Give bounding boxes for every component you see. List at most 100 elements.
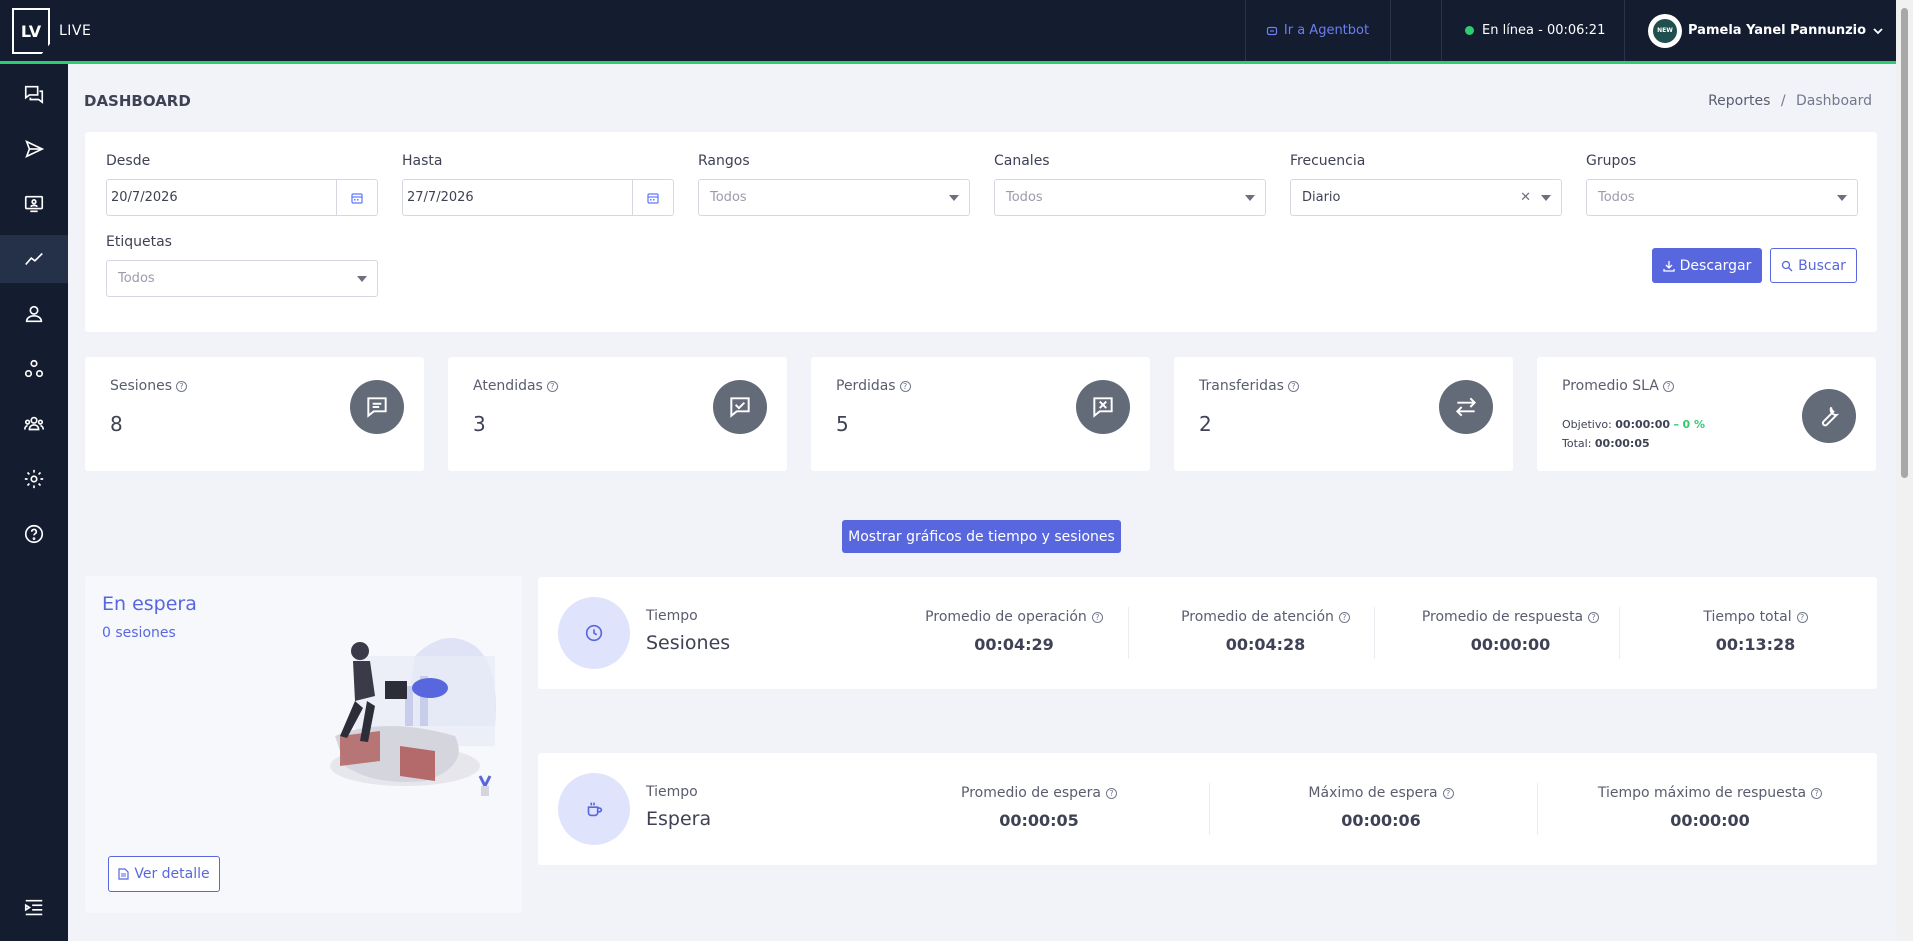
filter-hasta: Hasta 27/7/2026 [402,153,674,216]
filter-grupos: Grupos Todos [1586,153,1858,216]
sidebar-item-teams[interactable] [0,400,68,448]
app-logo[interactable]: LV LIVE [12,8,91,54]
users-icon [24,416,44,431]
sessions-time-panel: Tiempo Sesiones Promedio de operación? 0… [538,577,1877,689]
agentbot-label: Ir a Agentbot [1283,23,1370,38]
help-icon[interactable]: ? [176,380,188,392]
rangos-select[interactable]: Todos [698,179,970,216]
frecuencia-value: Diario [1302,190,1341,205]
stat-perdidas-label-row: Perdidas? [836,378,911,394]
caret-down-icon [357,275,367,282]
agentbot-link[interactable]: Ir a Agentbot [1245,0,1390,61]
filter-rangos-label: Rangos [698,153,750,169]
breadcrumb-reportes[interactable]: Reportes [1708,93,1770,109]
chevron-down-icon [1873,27,1883,34]
view-detail-button[interactable]: Ver detalle [108,856,220,892]
sidebar-item-settings[interactable] [0,455,68,503]
divider [1537,783,1538,835]
help-icon[interactable]: ? [1588,611,1600,623]
waiting-count: 0 sesiones [102,625,176,641]
stat-card-sesiones: Sesiones? 8 [85,357,424,471]
sidebar-item-campaigns[interactable] [0,125,68,173]
caret-down-icon [1837,194,1847,201]
scrollbar-thumb[interactable] [1901,8,1908,478]
canales-value: Todos [1006,190,1043,205]
canales-select[interactable]: Todos [994,179,1266,216]
stat-sesiones-value: 8 [110,412,123,436]
caret-down-icon [1245,194,1255,201]
sidebar-item-reports[interactable] [0,235,68,283]
chart-line-icon [25,252,43,266]
metric-label: Promedio de operación [925,609,1087,625]
metric-value: 00:00:06 [1341,811,1421,830]
help-icon[interactable]: ? [1811,787,1823,799]
user-menu[interactable]: NEW Pamela Yanel Pannunzio [1648,0,1884,61]
sidebar-item-profile[interactable] [0,290,68,338]
help-icon[interactable]: ? [546,380,558,392]
calendar-icon[interactable] [336,180,377,215]
sidebar-item-conversations[interactable] [0,70,68,118]
message-icon [350,380,404,434]
frecuencia-select[interactable]: Diario ✕ [1290,179,1562,216]
nodes-icon [24,359,44,378]
stat-sesiones-label-row: Sesiones? [110,378,188,394]
metric-tiempo-maximo-respuesta: Tiempo máximo de respuesta? 00:00:00 [1550,785,1870,830]
search-label: Buscar [1798,257,1846,274]
stat-transferidas-label: Transferidas [1199,378,1284,394]
metric-label: Máximo de espera [1308,785,1438,801]
status-dot-icon [1465,26,1474,35]
breadcrumb-separator: / [1780,93,1786,109]
stat-card-sla: Promedio SLA? Objetivo: 00:00:00 – 0 % T… [1537,357,1876,471]
sla-total-value: 00:00:05 [1594,437,1650,450]
hasta-date-input[interactable]: 27/7/2026 [402,179,674,216]
filter-etiquetas-label: Etiquetas [106,234,172,250]
breadcrumb-dashboard: Dashboard [1796,93,1872,109]
page-scrollbar[interactable] [1896,0,1913,941]
rangos-value: Todos [710,190,747,205]
help-icon[interactable]: ? [1091,611,1103,623]
etiquetas-select[interactable]: Todos [106,260,378,297]
help-icon[interactable]: ? [1442,787,1454,799]
sla-objetivo-row: Objetivo: 00:00:00 – 0 % [1562,415,1705,434]
calendar-icon[interactable] [632,180,673,215]
online-status[interactable]: En línea - 00:06:21 [1465,0,1605,61]
grupos-value: Todos [1598,190,1635,205]
divider [1390,0,1391,61]
help-icon[interactable]: ? [899,380,911,392]
help-icon[interactable]: ? [1796,611,1808,623]
download-icon [1662,260,1675,272]
help-icon[interactable]: ? [1287,380,1299,392]
toggle-charts-button[interactable]: Mostrar gráficos de tiempo y sesiones [842,520,1121,553]
metric-promedio-operacion: Promedio de operación? 00:04:29 [884,609,1144,654]
sidebar-item-monitor[interactable] [0,180,68,228]
caret-down-icon [1541,194,1551,201]
sidebar-collapse-toggle[interactable] [0,884,68,932]
waiting-title: En espera [102,593,197,615]
etiquetas-value: Todos [118,271,155,286]
sidebar [0,64,68,941]
filters-panel: Desde 20/7/2026 Hasta 27/7/2026 Rangos T… [85,132,1877,332]
divider [1624,0,1625,61]
clear-icon[interactable]: ✕ [1520,190,1531,205]
download-button[interactable]: Descargar [1652,248,1762,283]
search-button[interactable]: Buscar [1770,248,1857,283]
avatar: NEW [1648,13,1682,48]
filter-desde-label: Desde [106,153,151,169]
help-icon[interactable]: ? [1338,611,1350,623]
stat-card-perdidas: Perdidas? 5 [811,357,1150,471]
help-icon[interactable]: ? [1105,787,1117,799]
grupos-select[interactable]: Todos [1586,179,1858,216]
bot-icon [1266,26,1277,35]
sidebar-item-help[interactable] [0,510,68,558]
view-detail-label: Ver detalle [134,866,210,882]
desde-date-input[interactable]: 20/7/2026 [106,179,378,216]
sidebar-item-flows[interactable] [0,345,68,393]
divider [1128,607,1129,659]
metric-label: Promedio de espera [961,785,1101,801]
help-icon[interactable]: ? [1662,380,1674,392]
gear-icon [24,469,44,489]
sessions-panel-name: Sesiones [646,632,731,654]
wait-time-panel: Tiempo Espera Promedio de espera? 00:00:… [538,753,1877,865]
metric-label-row: Tiempo total? [1633,609,1878,625]
metric-label-row: Promedio de espera? [884,785,1194,801]
